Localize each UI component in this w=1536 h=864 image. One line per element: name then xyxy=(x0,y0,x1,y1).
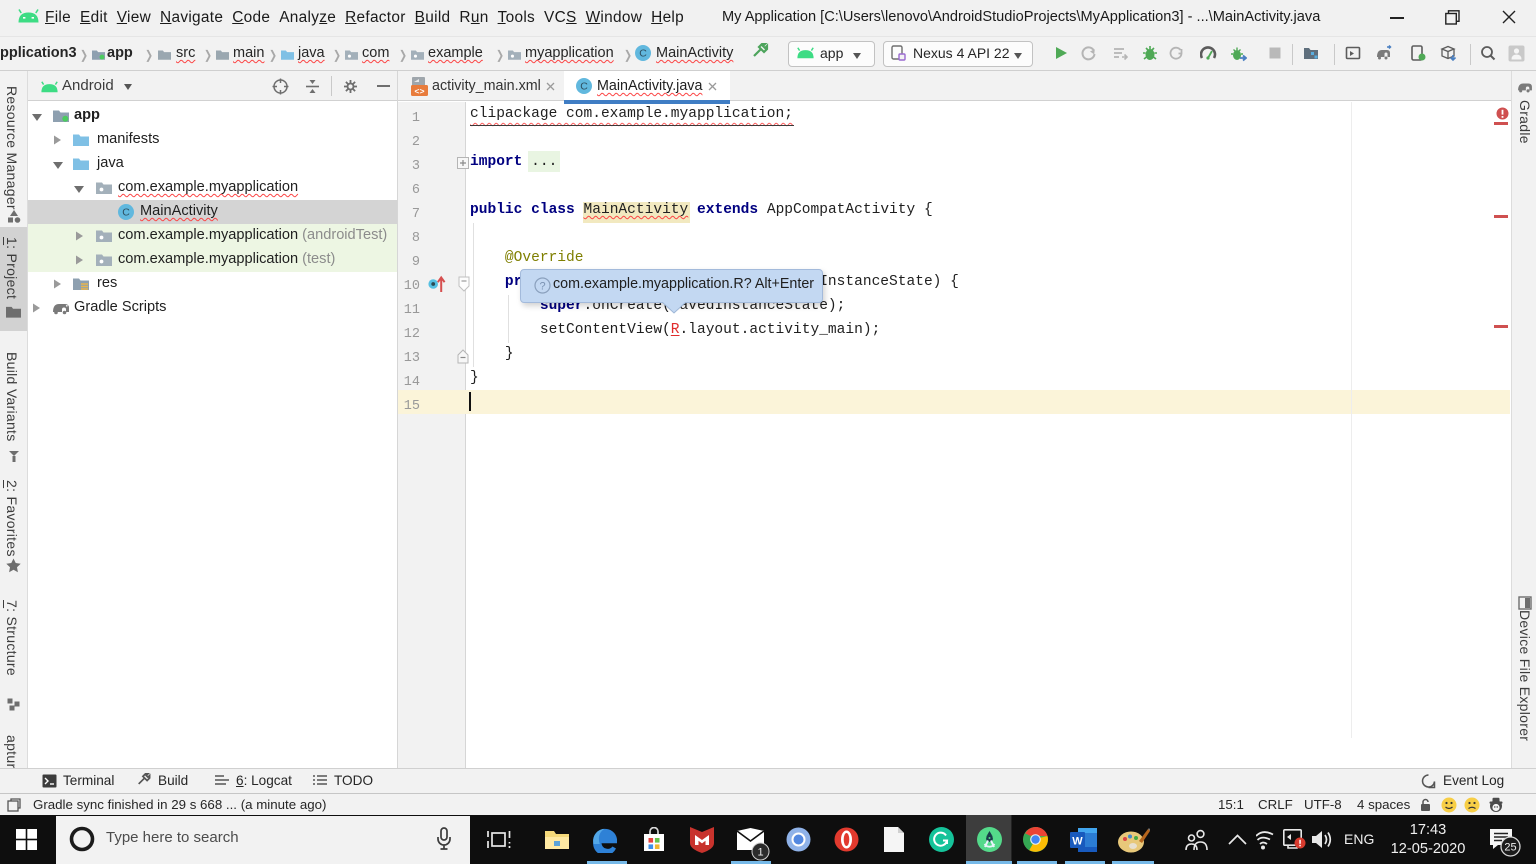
svg-text:C: C xyxy=(122,207,130,219)
svg-text:1: 1 xyxy=(757,847,763,859)
svg-text:<>: <> xyxy=(414,87,424,97)
svg-text:?: ? xyxy=(539,281,545,293)
svg-text:25: 25 xyxy=(1504,842,1516,854)
svg-text:W: W xyxy=(1072,836,1083,848)
svg-text:C: C xyxy=(639,48,647,60)
svg-text:C: C xyxy=(580,81,588,93)
